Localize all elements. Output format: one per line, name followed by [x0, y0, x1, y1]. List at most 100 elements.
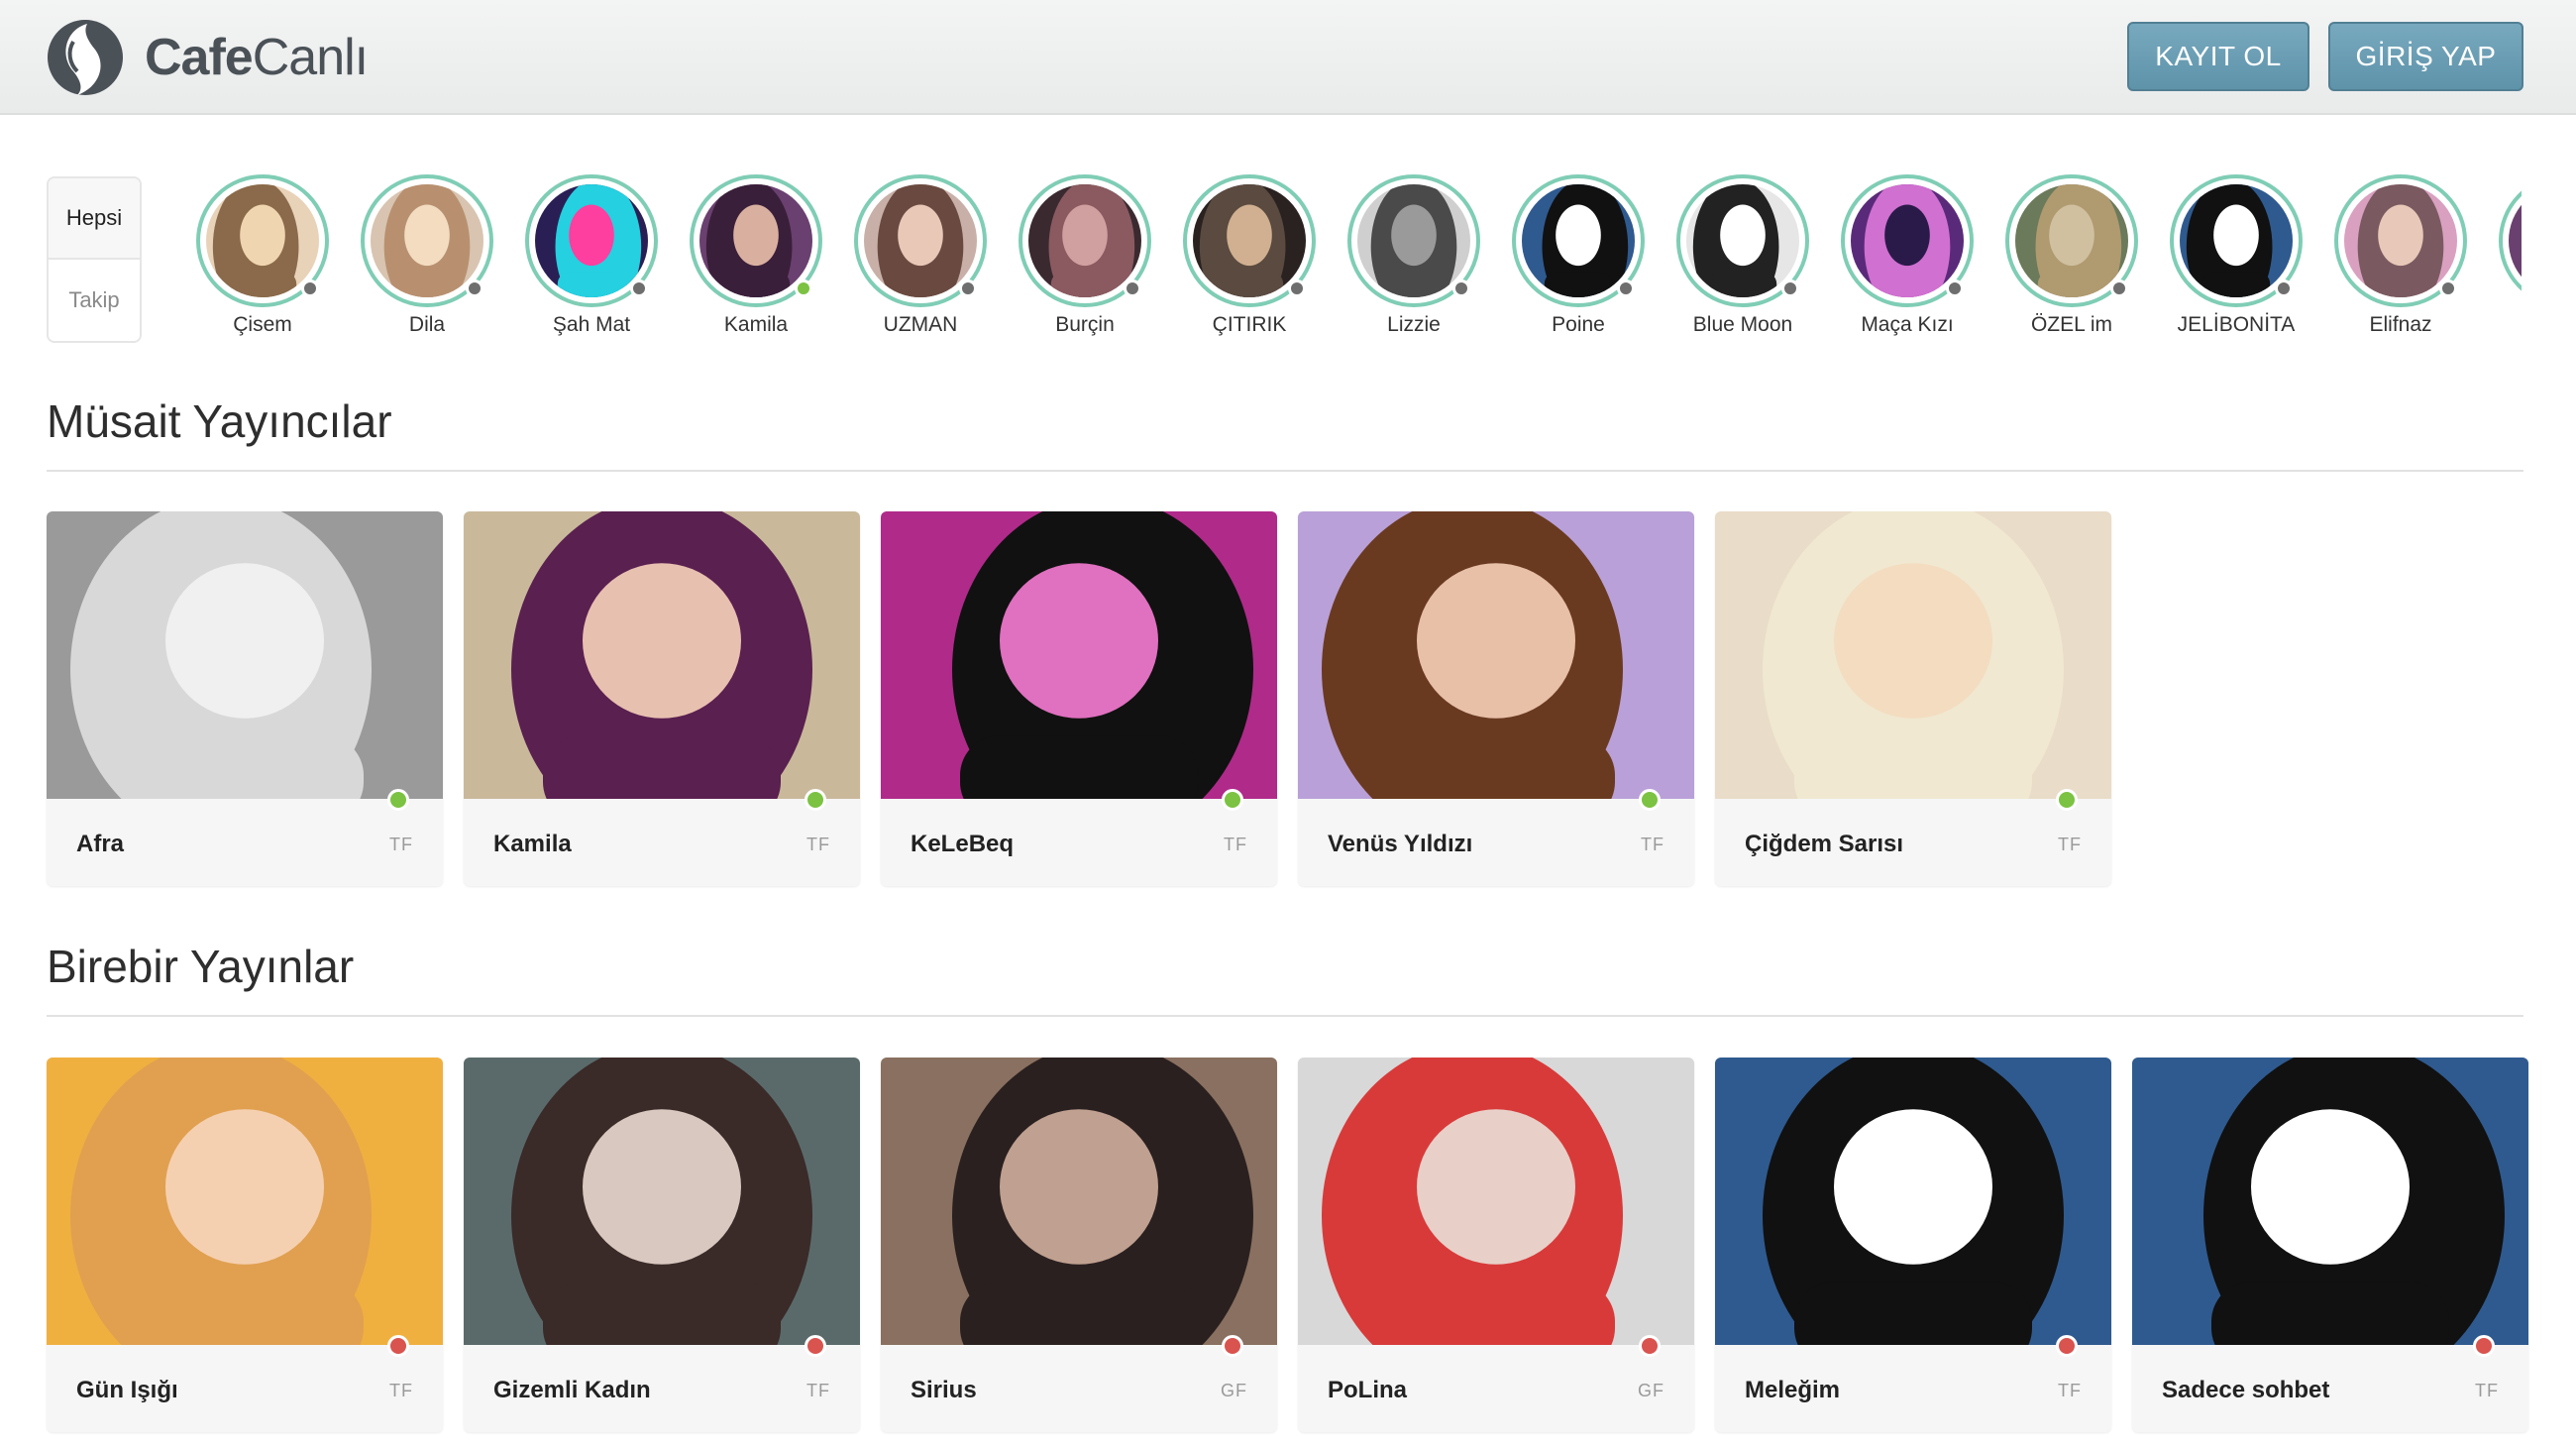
logo-wordmark: CafeCanlı — [145, 29, 369, 86]
avatar-image — [699, 184, 812, 297]
story-item-partial[interactable] — [2491, 174, 2522, 307]
story-avatar — [2170, 174, 2303, 307]
streamer-card[interactable]: Çiğdem Sarısı TF — [1715, 511, 2111, 886]
story-item[interactable]: Lizzie — [1340, 174, 1488, 337]
story-name: Elifnaz — [2369, 313, 2432, 336]
section-divider — [47, 1015, 2523, 1017]
avatar-image — [2180, 184, 2293, 297]
story-item[interactable]: Blue Moon — [1668, 174, 1817, 337]
avatar-image — [2509, 184, 2522, 297]
status-dot — [2275, 279, 2293, 297]
story-item[interactable]: Şah Mat — [517, 174, 666, 337]
status-dot — [1222, 1335, 1243, 1357]
status-dot — [1222, 789, 1243, 811]
story-avatar — [2334, 174, 2467, 307]
status-dot — [387, 789, 409, 811]
streamer-card[interactable]: Venüs Yıldızı TF — [1298, 511, 1694, 886]
status-dot — [805, 1335, 826, 1357]
status-dot — [2473, 1335, 2495, 1357]
streamer-name: Afra — [76, 831, 125, 857]
streamer-tag: GF — [1221, 1381, 1247, 1400]
streamer-card[interactable]: Sirius GF — [881, 1058, 1277, 1432]
streamer-name: Kamila — [493, 831, 572, 857]
register-button[interactable]: KAYIT OL — [2127, 22, 2309, 91]
story-item[interactable]: JELİBONİTA — [2162, 174, 2310, 337]
story-name: Maça Kızı — [1861, 313, 1954, 336]
streamer-photo — [1715, 1058, 2111, 1345]
avatar-image — [535, 184, 648, 297]
streamer-name: PoLina — [1328, 1377, 1408, 1403]
logo-icon — [48, 20, 123, 95]
status-dot — [466, 279, 483, 297]
status-dot — [2056, 1335, 2078, 1357]
streamer-photo — [1298, 511, 1694, 799]
streamer-name: Çiğdem Sarısı — [1745, 831, 1904, 857]
streamer-card[interactable]: Kamila TF — [464, 511, 860, 886]
cafecanli-logo[interactable]: CafeCanlı — [44, 16, 369, 99]
tab-following[interactable]: Takip — [49, 260, 140, 341]
story-item[interactable]: Elifnaz — [2326, 174, 2475, 337]
streamer-tag: TF — [2058, 835, 2082, 854]
story-item[interactable]: UZMAN — [846, 174, 995, 337]
streamer-name: Gün Işığı — [76, 1377, 178, 1403]
status-dot — [2056, 789, 2078, 811]
streamer-photo — [1715, 511, 2111, 799]
status-dot — [1617, 279, 1635, 297]
story-item[interactable]: ÖZEL im — [1997, 174, 2146, 337]
streamer-name: KeLeBeq — [911, 831, 1015, 857]
streamer-card[interactable]: KeLeBeq TF — [881, 511, 1277, 886]
story-name: Lizzie — [1387, 313, 1441, 336]
story-item[interactable]: Poine — [1504, 174, 1653, 337]
story-name: Kamila — [723, 313, 789, 336]
streamer-card[interactable]: Afra TF — [47, 511, 443, 886]
story-name: Poine — [1552, 313, 1605, 336]
story-name: Blue Moon — [1692, 313, 1793, 336]
streamer-card[interactable]: PoLina GF — [1298, 1058, 1694, 1432]
streamer-photo — [2132, 1058, 2528, 1345]
streamer-tag: TF — [389, 835, 413, 854]
streamer-tag: TF — [1224, 835, 1247, 854]
story-name: Çisem — [233, 313, 292, 336]
story-avatar — [690, 174, 822, 307]
filter-tabs: Hepsi Takip — [47, 176, 142, 343]
status-dot — [795, 279, 812, 297]
streamer-card[interactable]: Meleğim TF — [1715, 1058, 2111, 1432]
avatar-image — [2344, 184, 2457, 297]
avatar-image — [371, 184, 483, 297]
streamer-tag: TF — [806, 835, 830, 854]
private-section-title: Birebir Yayınlar — [47, 941, 355, 992]
streamer-card[interactable]: Sadece sohbet TF — [2132, 1058, 2528, 1432]
story-item[interactable]: Kamila — [682, 174, 830, 337]
avatar-image — [1193, 184, 1306, 297]
story-avatar — [1183, 174, 1316, 307]
status-dot — [2439, 279, 2457, 297]
streamer-card[interactable]: Gizemli Kadın TF — [464, 1058, 860, 1432]
avatar-image — [864, 184, 977, 297]
streamer-name: Gizemli Kadın — [493, 1377, 651, 1403]
streamer-photo — [1298, 1058, 1694, 1345]
status-dot — [1452, 279, 1470, 297]
story-avatar — [2499, 174, 2522, 307]
streamer-photo — [47, 1058, 443, 1345]
status-dot — [1288, 279, 1306, 297]
status-dot — [1124, 279, 1141, 297]
login-button[interactable]: GİRİŞ YAP — [2328, 22, 2523, 91]
status-dot — [301, 279, 319, 297]
status-dot — [387, 1335, 409, 1357]
story-item[interactable]: Burçin — [1011, 174, 1159, 337]
streamer-name: Meleğim — [1745, 1377, 1841, 1403]
story-avatar — [361, 174, 493, 307]
tab-all[interactable]: Hepsi — [49, 178, 140, 260]
story-item[interactable]: Dila — [353, 174, 501, 337]
story-name: ÖZEL im — [2030, 313, 2113, 336]
story-avatar — [854, 174, 987, 307]
story-item[interactable]: Çisem — [188, 174, 337, 337]
avatar-image — [1851, 184, 1964, 297]
streamer-photo — [881, 1058, 1277, 1345]
section-divider — [47, 470, 2523, 472]
streamer-tag: TF — [1641, 835, 1664, 854]
streamer-card[interactable]: Gün Işığı TF — [47, 1058, 443, 1432]
story-item[interactable]: ÇITIRIK — [1175, 174, 1324, 337]
status-dot — [2110, 279, 2128, 297]
story-item[interactable]: Maça Kızı — [1833, 174, 1982, 337]
